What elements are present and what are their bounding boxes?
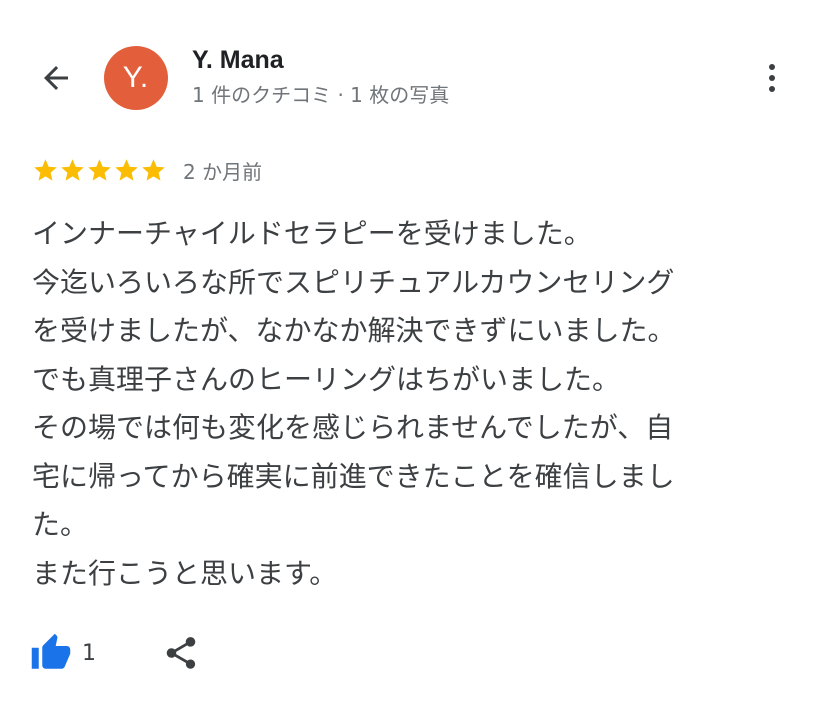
like-count: 1: [82, 640, 96, 666]
more-options-button[interactable]: [752, 54, 792, 102]
share-icon: [166, 637, 196, 669]
review-date: 2 か月前: [183, 160, 263, 184]
review-actions: 1: [30, 632, 200, 674]
review-text-line: でも真理子さんのヒーリングはちがいました。: [32, 362, 621, 396]
review-text-line: た。: [32, 508, 89, 541]
back-button[interactable]: [28, 50, 84, 106]
more-vert-icon-dot: [769, 75, 775, 81]
reviewer-name[interactable]: Y. Mana: [192, 46, 284, 75]
review-text-line: 宅に帰ってから確実に前進できたことを確信しまし: [32, 459, 675, 493]
review-text-line: を受けましたが、なかなか解決できずにいました。: [32, 314, 676, 347]
rating-row: 2 か月前: [32, 156, 262, 185]
star-icon: [34, 159, 57, 181]
like-button[interactable]: 1: [30, 632, 96, 674]
avatar-initial: Y.: [122, 61, 150, 94]
thumbs-up-icon: [31, 633, 71, 669]
review-page: Y. Y. Mana 1 件のクチコミ · 1 枚の写真 2 か月前 インナーチ…: [0, 0, 828, 704]
avatar[interactable]: Y.: [104, 46, 168, 110]
review-text-line: 今迄いろいろな所でスピリチュアルカウンセリング: [32, 265, 675, 299]
star-icon: [115, 159, 138, 181]
star-rating: [32, 157, 167, 184]
reviewer-meta: 1 件のクチコミ · 1 枚の写真: [192, 83, 450, 107]
more-vert-icon: [769, 64, 775, 70]
star-icon: [61, 159, 84, 181]
star-icon: [88, 159, 111, 181]
share-button[interactable]: [162, 634, 200, 672]
arrow-left-icon: [44, 66, 68, 90]
star-icon: [142, 159, 165, 181]
review-text-line: また行こうと思います。: [32, 556, 338, 590]
review-text-line: その場では何も変化を感じられませんでしたが、自: [32, 411, 674, 444]
more-vert-icon-dot: [769, 86, 775, 92]
review-text-line: インナーチャイルドセラピーを受けました。: [32, 217, 592, 250]
review-text: インナーチャイルドセラピーを受けました。今迄いろいろな所でスピリチュアルカウンセ…: [32, 210, 772, 598]
